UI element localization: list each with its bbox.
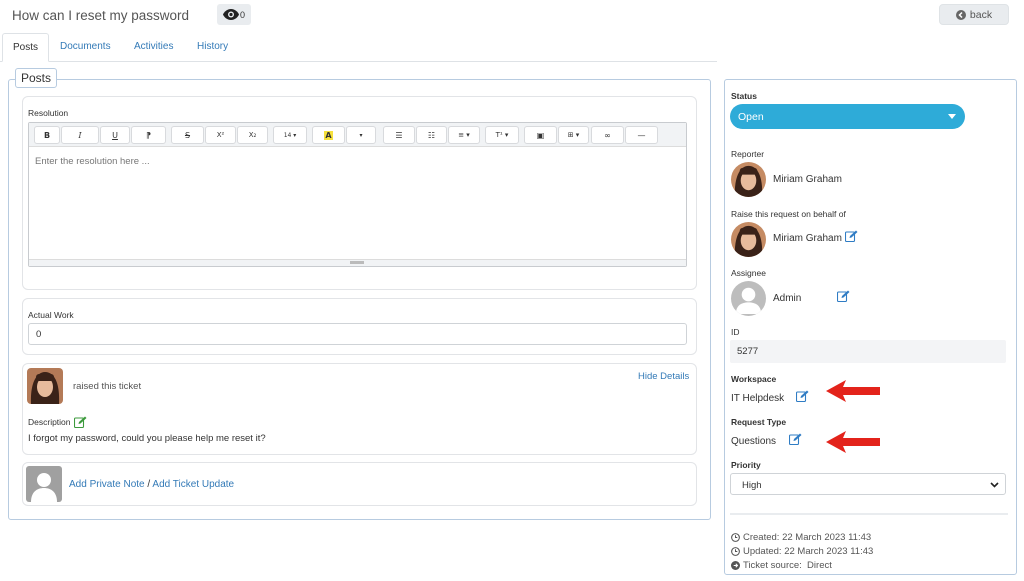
reporter-photo-avatar [27, 368, 63, 404]
hide-details-link[interactable]: Hide Details [638, 371, 689, 382]
on-behalf-name: Miriam Graham [773, 233, 842, 244]
edit-icon[interactable] [73, 416, 87, 428]
ticket-details-sidebar [724, 79, 1017, 575]
divider [730, 513, 1008, 515]
add-private-note-link[interactable]: Add Private Note [69, 479, 145, 490]
superscript-button[interactable]: X² [205, 126, 236, 144]
reporter-avatar [731, 162, 766, 197]
tab-posts[interactable]: Posts [2, 33, 50, 62]
watch-count: 0 [239, 9, 245, 20]
bullet-list-button[interactable]: ☰ [383, 126, 415, 144]
underline-button[interactable]: U [100, 126, 130, 144]
id-value: 5277 [737, 346, 759, 357]
description-label: Description [28, 417, 71, 427]
tab-bar: Posts Documents Activities History [0, 33, 717, 62]
clock-icon [731, 533, 740, 542]
created-row: Created: 22 March 2023 11:43 [731, 532, 871, 543]
priority-label: Priority [731, 460, 761, 470]
image-button[interactable]: ▣ [524, 126, 557, 144]
caret-down-icon [948, 114, 956, 119]
id-field: 5277 [730, 340, 1006, 363]
link-button[interactable]: ∞ [591, 126, 624, 144]
posts-legend: Posts [15, 68, 58, 88]
assignee-avatar [731, 281, 766, 316]
text-color-button[interactable]: A [312, 126, 345, 144]
clear-format-button[interactable]: ⁋ [131, 126, 166, 144]
user-placeholder-avatar [26, 466, 62, 502]
arrow-circle-right-icon [731, 561, 740, 570]
watch-button[interactable]: 0 [217, 4, 251, 25]
subscript-button[interactable]: X₂ [237, 126, 268, 144]
style-dropdown[interactable]: T¹ ▾ [485, 126, 519, 144]
tab-activities[interactable]: Activities [134, 33, 173, 62]
reporter-label: Reporter [731, 149, 765, 159]
add-note-links: Add Private Note / Add Ticket Update [69, 479, 234, 490]
on-behalf-label: Raise this request on behalf of [731, 209, 846, 219]
resolution-label: Resolution [28, 108, 69, 118]
strikethrough-button[interactable]: S [171, 126, 204, 144]
chevron-down-icon [990, 482, 999, 488]
request-type-value: Questions [731, 436, 777, 447]
horizontal-rule-button[interactable]: — [625, 126, 658, 144]
font-size-dropdown[interactable]: 14 ▾ [273, 126, 307, 144]
request-type-label: Request Type [731, 417, 787, 427]
updated-text: Updated: 22 March 2023 11:43 [743, 546, 874, 557]
assignee-label: Assignee [731, 268, 766, 278]
actual-work-value: 0 [36, 329, 42, 340]
description-text: I forgot my password, could you please h… [28, 433, 266, 444]
edit-icon[interactable] [837, 290, 850, 302]
edit-icon[interactable] [789, 433, 802, 445]
highlight-a-icon: A [324, 130, 333, 140]
tab-history[interactable]: History [197, 33, 228, 62]
editor-toolbar: B I U ⁋ S X² X₂ 14 ▾ A ▾ ☰ ☷ ≡ ▾ T¹ ▾ ▣ … [29, 123, 686, 147]
red-arrow-annotation [826, 380, 880, 402]
back-circle-icon [955, 9, 966, 20]
status-value: Open [738, 111, 764, 123]
numbered-list-button[interactable]: ☷ [416, 126, 447, 144]
workspace-value: IT Helpdesk [731, 393, 785, 404]
edit-icon[interactable] [845, 230, 858, 242]
workspace-label: Workspace [731, 374, 777, 384]
updated-row: Updated: 22 March 2023 11:43 [731, 546, 873, 557]
created-text: Created: 22 March 2023 11:43 [743, 532, 872, 543]
eye-icon [222, 9, 239, 20]
id-label: ID [731, 327, 740, 337]
color-dropdown-button[interactable]: ▾ [346, 126, 376, 144]
status-label: Status [731, 91, 757, 101]
on-behalf-avatar [731, 222, 766, 257]
actual-work-label: Actual Work [28, 310, 74, 320]
description-heading: Description [28, 416, 87, 428]
source-row: Ticket source: Direct [731, 560, 832, 571]
back-button[interactable]: back [939, 4, 1009, 25]
back-label: back [969, 8, 993, 21]
red-arrow-annotation [826, 431, 880, 453]
reporter-name: Miriam Graham [773, 174, 842, 185]
actual-work-input[interactable]: 0 [28, 323, 687, 345]
priority-value: High [742, 480, 762, 491]
priority-select[interactable]: High [730, 473, 1006, 495]
link-separator: / [147, 479, 151, 490]
resize-grip-icon[interactable] [350, 261, 364, 264]
assignee-name: Admin [773, 293, 802, 304]
clock-icon [731, 547, 740, 556]
add-ticket-update-link[interactable]: Add Ticket Update [152, 479, 234, 490]
editor-placeholder: Enter the resolution here ... [35, 156, 150, 167]
page-title: How can I reset my password [12, 8, 190, 23]
status-dropdown[interactable]: Open [730, 104, 965, 129]
tab-documents[interactable]: Documents [60, 33, 111, 62]
source-text: Ticket source: Direct [743, 560, 832, 571]
table-dropdown[interactable]: ⊞ ▾ [558, 126, 589, 144]
edit-icon[interactable] [796, 390, 809, 402]
raised-ticket-text: raised this ticket [73, 381, 142, 392]
bold-button[interactable]: B [34, 126, 60, 144]
align-dropdown[interactable]: ≡ ▾ [448, 126, 480, 144]
italic-button[interactable]: I [61, 126, 99, 144]
